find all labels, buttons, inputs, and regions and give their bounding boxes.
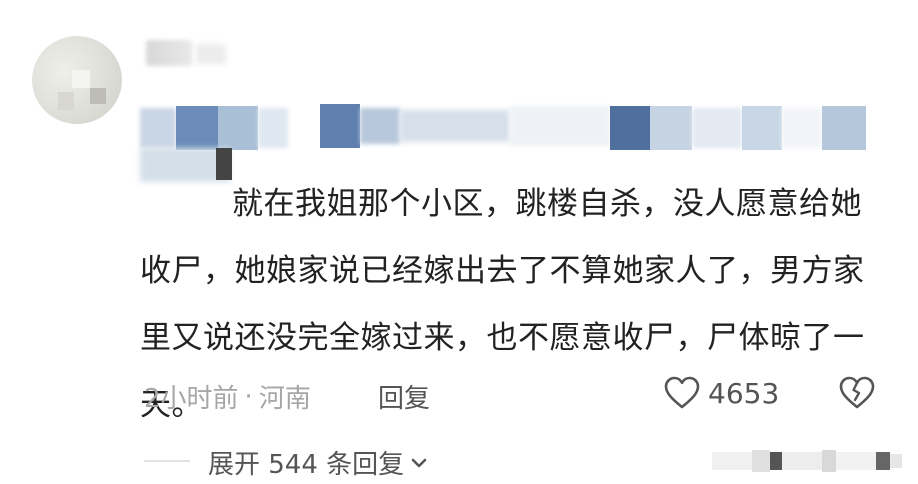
like-button[interactable]: 4653 — [664, 376, 779, 410]
dislike-button[interactable] — [838, 376, 876, 414]
divider-line — [144, 460, 190, 462]
broken-heart-icon — [839, 376, 875, 409]
expand-replies-label: 展开 544 条回复 — [208, 450, 405, 480]
watermark-mosaic — [712, 448, 902, 474]
comment-location: 河南 — [258, 384, 311, 414]
meta-separator: · — [244, 381, 253, 412]
expand-replies-button[interactable]: 展开 544 条回复 — [208, 444, 430, 481]
chevron-down-icon — [411, 458, 427, 467]
like-count: 4653 — [708, 376, 780, 410]
reply-button[interactable]: 回复 — [378, 378, 430, 415]
avatar-pixel — [58, 92, 74, 110]
avatar-pixel — [90, 88, 106, 104]
username-redacted — [196, 44, 226, 64]
comment-time: 2小时前 — [144, 384, 239, 414]
heart-outline-icon — [664, 376, 700, 409]
username-redacted[interactable] — [146, 40, 192, 66]
avatar[interactable] — [32, 36, 122, 124]
avatar-pixel — [72, 70, 90, 88]
comment-meta: 2小时前 · 河南 — [144, 378, 311, 415]
mention-redacted-mosaic — [140, 98, 870, 182]
